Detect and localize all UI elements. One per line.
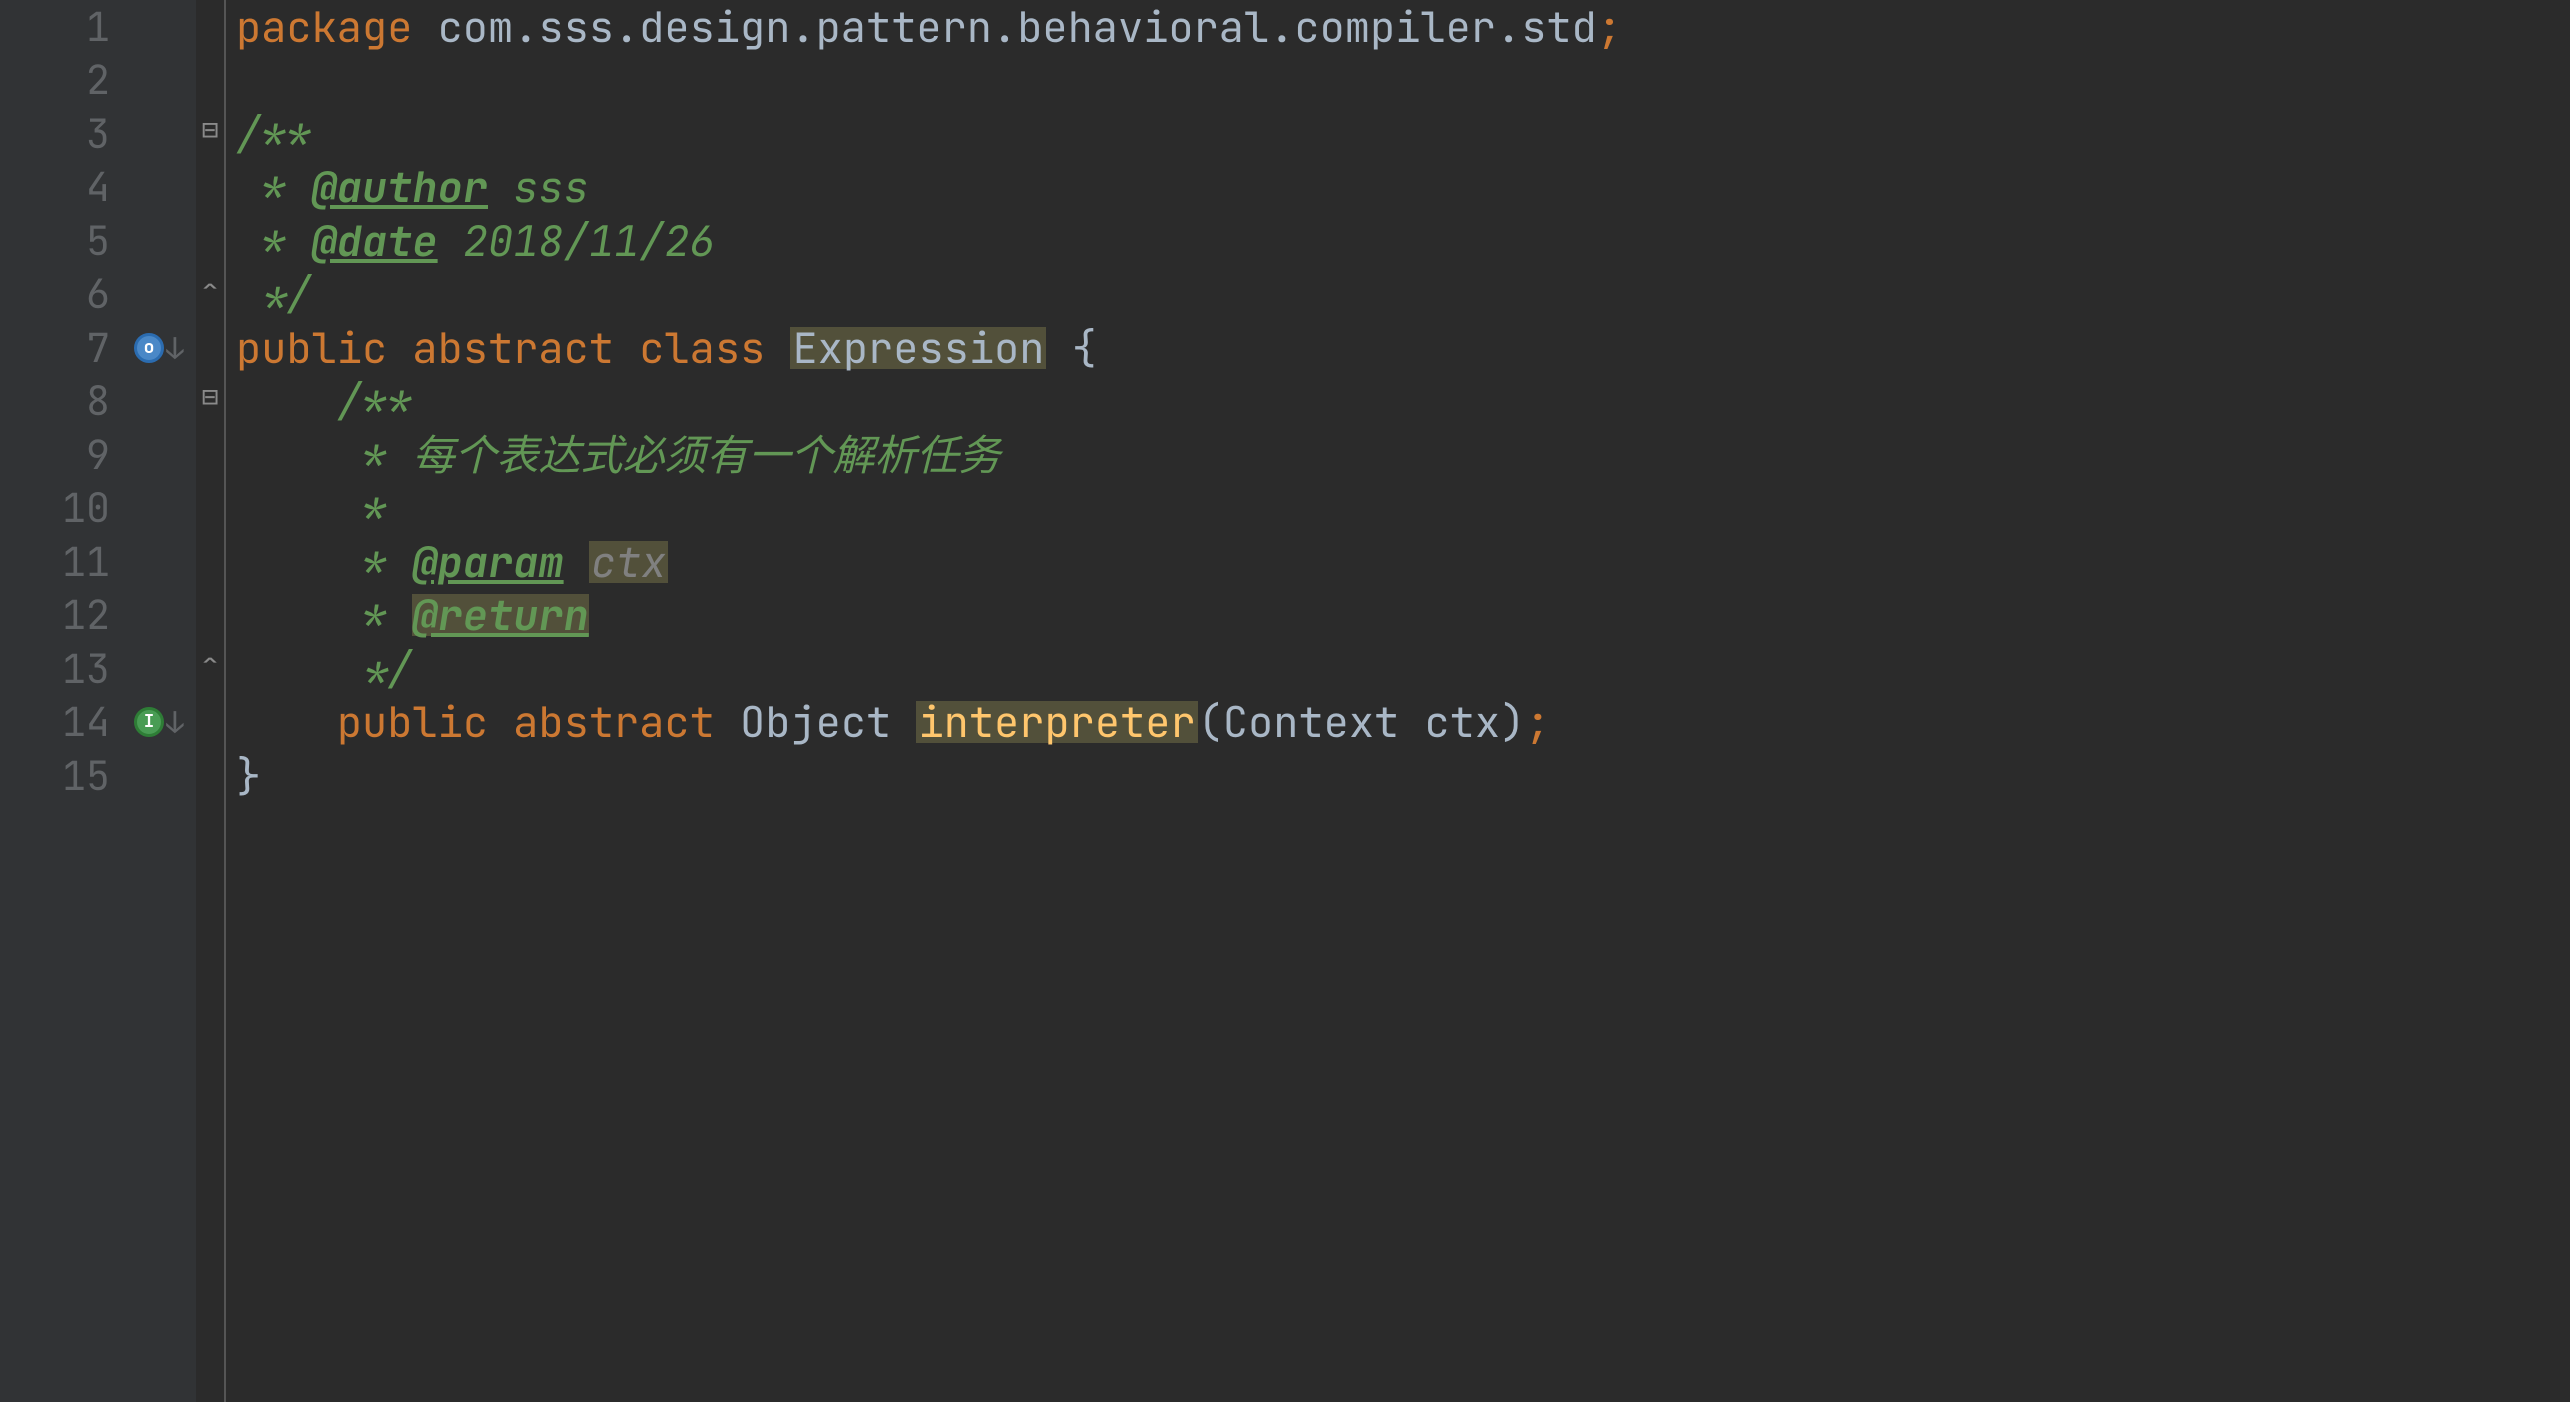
param-name: ctx <box>1424 701 1500 743</box>
code-line[interactable]: */ <box>236 642 2570 696</box>
javadoc-return-tag: @return <box>412 594 588 636</box>
line-number: 2 <box>0 54 110 108</box>
fold-end-icon[interactable]: ⌃ <box>198 278 222 302</box>
has-implementations-gutter-icon[interactable]: ↓ <box>134 696 190 750</box>
javadoc-star: * <box>337 434 387 476</box>
keyword-public: public <box>337 701 488 743</box>
line-number: 9 <box>0 428 110 482</box>
line-number: 15 <box>0 749 110 803</box>
code-line[interactable]: package com.sss.design.pattern.behaviora… <box>236 0 2570 54</box>
param-type: Context <box>1223 701 1399 743</box>
semicolon: ; <box>1597 6 1622 48</box>
line-number: 6 <box>0 268 110 322</box>
code-line[interactable]: * 每个表达式必须有一个解析任务 <box>236 428 2570 482</box>
method-name: interpreter <box>916 701 1197 743</box>
line-number: 4 <box>0 161 110 215</box>
line-number: 5 <box>0 214 110 268</box>
semicolon: ; <box>1525 701 1550 743</box>
code-line[interactable]: * @date 2018/11/26 <box>236 214 2570 268</box>
gutter-icons: ↓ ↓ <box>128 0 196 1402</box>
class-name: Expression <box>790 327 1046 369</box>
code-line[interactable]: * @return <box>236 589 2570 643</box>
javadoc-star: * <box>337 541 387 583</box>
keyword-abstract: abstract <box>513 701 715 743</box>
javadoc-param-name: ctx <box>589 541 669 583</box>
javadoc-close: */ <box>236 273 312 315</box>
line-number: 10 <box>0 482 110 536</box>
javadoc-close: */ <box>337 648 413 690</box>
return-type: Object <box>740 701 891 743</box>
close-brace: } <box>236 755 261 797</box>
javadoc-star: * <box>236 220 286 262</box>
keyword-package: package <box>236 6 412 48</box>
javadoc-open: /** <box>236 113 312 155</box>
code-line[interactable]: * @author sss <box>236 161 2570 215</box>
javadoc-author-tag: @author <box>312 166 488 208</box>
javadoc-description: 每个表达式必须有一个解析任务 <box>387 434 1000 476</box>
has-subclasses-gutter-icon[interactable]: ↓ <box>134 321 190 375</box>
code-line[interactable]: /** <box>236 107 2570 161</box>
keyword-class: class <box>639 327 765 369</box>
line-number: 7 <box>0 321 110 375</box>
code-line[interactable]: public abstract class Expression { <box>236 321 2570 375</box>
lparen: ( <box>1198 701 1223 743</box>
code-line[interactable]: } <box>236 749 2570 803</box>
keyword-public: public <box>236 327 387 369</box>
javadoc-star: * <box>337 594 387 636</box>
fold-column: ⊟ ⌃ ⊟ ⌃ <box>196 0 226 1402</box>
javadoc-param-tag: @param <box>412 541 563 583</box>
line-number: 14 <box>0 696 110 750</box>
line-number: 3 <box>0 107 110 161</box>
line-number: 8 <box>0 375 110 429</box>
down-arrow-icon: ↓ <box>166 333 184 363</box>
line-number: 13 <box>0 642 110 696</box>
fold-end-icon[interactable]: ⌃ <box>198 652 222 676</box>
line-number: 12 <box>0 589 110 643</box>
line-number-gutter: 1 2 3 4 5 6 7 8 9 10 11 12 13 14 15 <box>0 0 128 1402</box>
code-line[interactable]: */ <box>236 268 2570 322</box>
line-number: 11 <box>0 535 110 589</box>
javadoc-date-value: 2018/11/26 <box>438 220 715 262</box>
rparen: ) <box>1500 701 1525 743</box>
implementation-circle-icon <box>134 707 164 737</box>
code-line[interactable]: * <box>236 482 2570 536</box>
code-line[interactable]: public abstract Object interpreter(Conte… <box>236 696 2570 750</box>
code-area[interactable]: package com.sss.design.pattern.behaviora… <box>226 0 2570 1402</box>
override-circle-icon <box>134 333 164 363</box>
javadoc-star: * <box>337 487 387 529</box>
code-line[interactable]: /** <box>236 375 2570 429</box>
javadoc-author-value: sss <box>488 166 589 208</box>
javadoc-star: * <box>236 166 286 208</box>
javadoc-open: /** <box>337 380 413 422</box>
code-editor[interactable]: 1 2 3 4 5 6 7 8 9 10 11 12 13 14 15 ↓ ↓ … <box>0 0 2570 1402</box>
fold-toggle-icon[interactable]: ⊟ <box>198 118 222 142</box>
code-line[interactable] <box>236 54 2570 108</box>
javadoc-date-tag: @date <box>312 220 438 262</box>
code-line[interactable]: * @param ctx <box>236 535 2570 589</box>
open-brace: { <box>1046 327 1096 369</box>
fold-toggle-icon[interactable]: ⊟ <box>198 385 222 409</box>
down-arrow-icon: ↓ <box>166 707 184 737</box>
line-number: 1 <box>0 0 110 54</box>
keyword-abstract: abstract <box>412 327 614 369</box>
package-path: com.sss.design.pattern.behavioral.compil… <box>438 6 1597 48</box>
